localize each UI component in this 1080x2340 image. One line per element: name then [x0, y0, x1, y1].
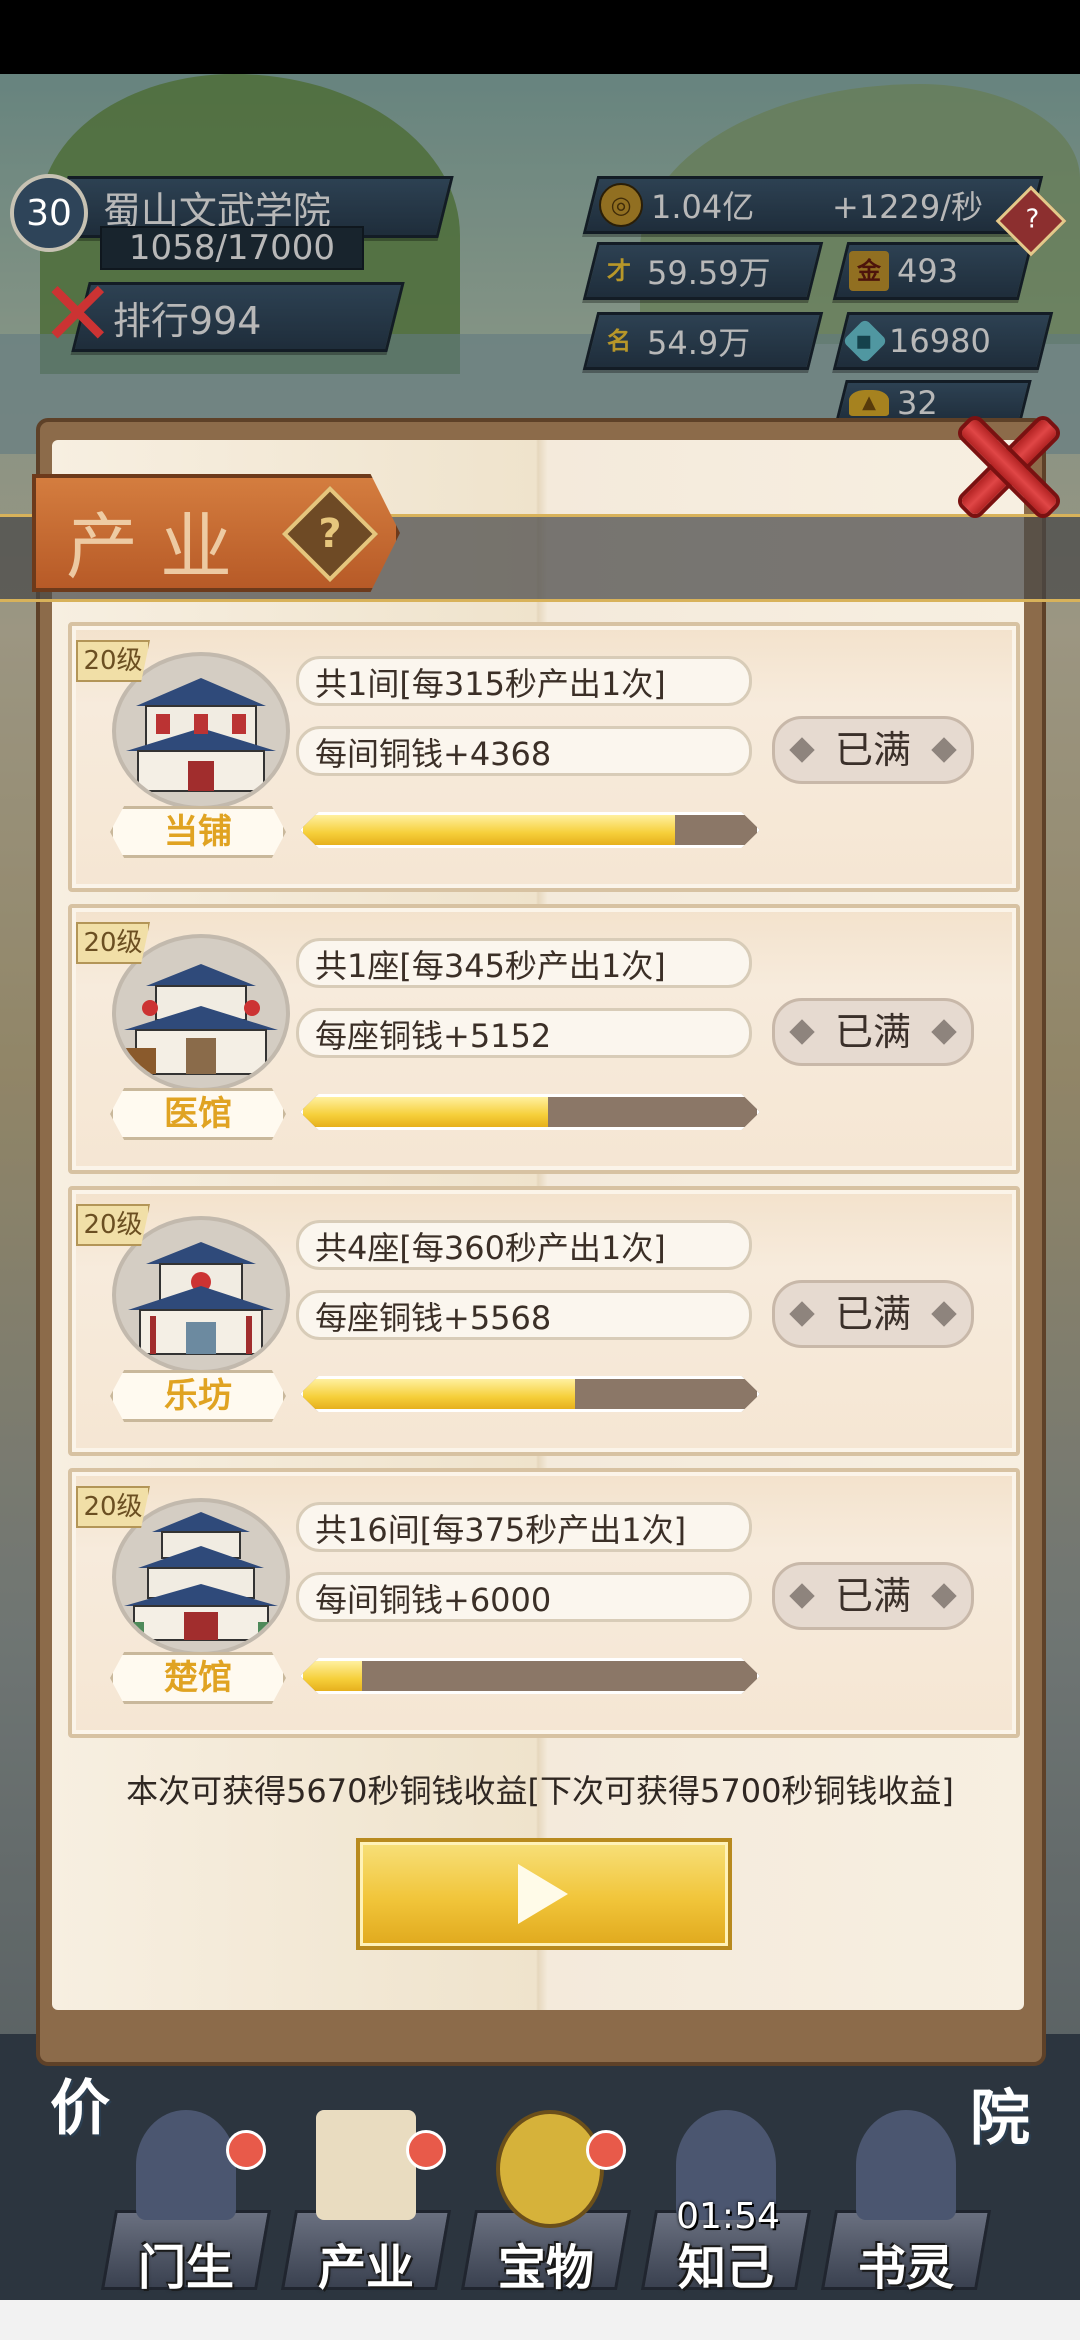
status-full-button[interactable]: 已满: [772, 1562, 974, 1630]
status-label: 已满: [834, 1010, 911, 1054]
diamond-icon: [789, 1019, 815, 1045]
close-button[interactable]: [950, 410, 1060, 520]
industry-name: 当铺: [110, 806, 286, 858]
income-note: 本次可获得5670秒铜钱收益[下次可获得5700秒铜钱收益]: [126, 1772, 954, 1810]
industry-card-pawnshop: 20级 当铺 共1间[每315秒产出1次] 每间铜钱+4368 已满: [68, 622, 1020, 892]
notification-dot: [586, 2130, 626, 2170]
cooldown-timer: 01:54: [676, 2196, 780, 2237]
production-progress-bar: [300, 1376, 760, 1412]
industry-count: 共1座[每345秒产出1次]: [296, 938, 752, 988]
status-label: 已满: [834, 1574, 911, 1618]
industry-name: 楚馆: [110, 1652, 286, 1704]
status-full-button[interactable]: 已满: [772, 716, 974, 784]
system-nav-bar: [0, 2300, 1080, 2340]
scroll-map-icon: [316, 2110, 416, 2220]
industry-income: 每座铜钱+5152: [296, 1008, 752, 1058]
nav-book-spirit[interactable]: 书灵: [816, 2110, 996, 2300]
rank-icon: ✕: [40, 262, 116, 367]
player-level: 30: [10, 174, 88, 252]
industry-income: 每座铜钱+5568: [296, 1290, 752, 1340]
status-label: 已满: [834, 728, 911, 772]
diamond-icon: [931, 1019, 957, 1045]
progress-fill: [303, 1379, 576, 1409]
bottom-nav: 门生 产业 宝物 知己 书灵: [0, 2110, 1080, 2300]
industry-count: 共4座[每360秒产出1次]: [296, 1220, 752, 1270]
help-icon: ?: [318, 511, 342, 557]
status-bar: [0, 0, 1080, 74]
nav-industry[interactable]: 产业: [276, 2110, 456, 2300]
nav-label: 宝物: [497, 2240, 594, 2296]
disciple-figure-icon: [136, 2110, 236, 2220]
production-progress-bar: [300, 812, 760, 848]
diamond-icon: [789, 1583, 815, 1609]
status-label: 已满: [834, 1292, 911, 1336]
diamond-icon: [931, 1583, 957, 1609]
watch-video-button[interactable]: [356, 1838, 732, 1950]
diamond-icon: [931, 1301, 957, 1327]
notification-dot: [226, 2130, 266, 2170]
nav-treasure[interactable]: 宝物: [456, 2110, 636, 2300]
industry-level: 20级: [76, 1486, 150, 1528]
industry-card-chu-house: 20级 楚馆 共16间[每375秒产出1次] 每间铜钱+6000 已满: [68, 1468, 1020, 1738]
nav-label: 知己: [677, 2240, 774, 2296]
nav-label: 产业: [317, 2240, 414, 2296]
industry-name: 医馆: [110, 1088, 286, 1140]
industry-count: 共1间[每315秒产出1次]: [296, 656, 752, 706]
industry-card-clinic: 20级 医馆 共1座[每345秒产出1次] 每座铜钱+5152 已满: [68, 904, 1020, 1174]
progress-fill: [303, 1661, 363, 1691]
status-full-button[interactable]: 已满: [772, 1280, 974, 1348]
production-progress-bar: [300, 1094, 760, 1130]
industry-card-music-hall: 20级 乐坊 共4座[每360秒产出1次] 每座铜钱+5568 已满: [68, 1186, 1020, 1456]
status-full-button[interactable]: 已满: [772, 998, 974, 1066]
progress-fill: [303, 1097, 549, 1127]
nav-label: 书灵: [857, 2240, 954, 2296]
play-icon: [518, 1864, 568, 1924]
panel-title: 产业: [66, 505, 255, 589]
compass-treasure-icon: [496, 2110, 604, 2228]
industry-level: 20级: [76, 640, 150, 682]
production-progress-bar: [300, 1658, 760, 1694]
nav-label: 门生: [137, 2240, 234, 2296]
industry-income: 每间铜钱+6000: [296, 1572, 752, 1622]
industry-income: 每间铜钱+4368: [296, 726, 752, 776]
progress-fill: [303, 815, 676, 845]
industry-count: 共16间[每375秒产出1次]: [296, 1502, 752, 1552]
diamond-icon: [931, 737, 957, 763]
notification-dot: [406, 2130, 446, 2170]
diamond-icon: [789, 1301, 815, 1327]
book-spirit-figure-icon: [856, 2110, 956, 2220]
industry-level: 20级: [76, 1204, 150, 1246]
industry-level: 20级: [76, 922, 150, 964]
nav-disciples[interactable]: 门生: [96, 2110, 276, 2300]
industry-name: 乐坊: [110, 1370, 286, 1422]
diamond-icon: [789, 737, 815, 763]
